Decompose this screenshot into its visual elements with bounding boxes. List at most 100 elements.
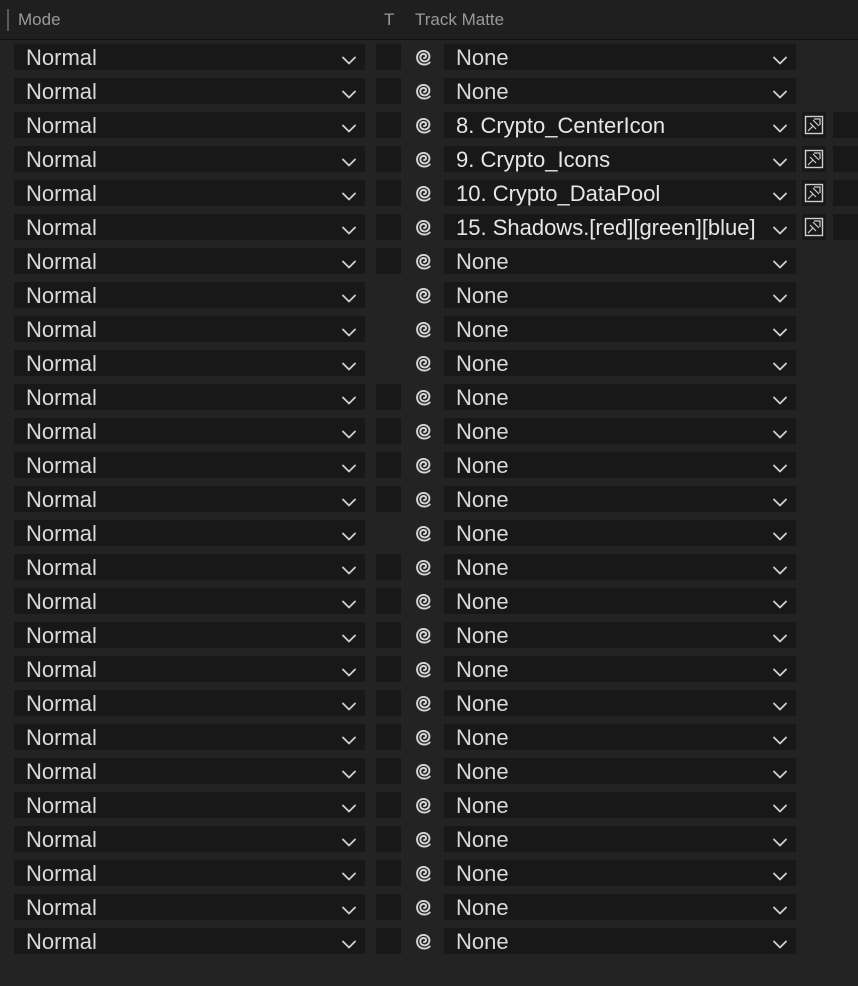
preserve-transparency-toggle[interactable] [376,622,401,648]
blend-mode-dropdown[interactable]: Normal [14,452,365,478]
matte-type-toggle[interactable] [833,214,858,240]
pickwhip-spiral-icon[interactable] [411,555,437,581]
blend-mode-dropdown[interactable]: Normal [14,146,365,172]
pickwhip-spiral-icon[interactable] [411,181,437,207]
pickwhip-spiral-icon[interactable] [411,487,437,513]
column-resize-handle[interactable] [7,9,9,31]
blend-mode-dropdown[interactable]: Normal [14,588,365,614]
pickwhip-spiral-icon[interactable] [411,691,437,717]
track-matte-dropdown[interactable]: None [444,622,796,648]
pickwhip-spiral-icon[interactable] [411,283,437,309]
blend-mode-dropdown[interactable]: Normal [14,418,365,444]
pickwhip-spiral-icon[interactable] [411,521,437,547]
track-matte-dropdown[interactable]: None [444,690,796,716]
preserve-transparency-toggle[interactable] [376,520,401,546]
preserve-transparency-toggle[interactable] [376,418,401,444]
blend-mode-dropdown[interactable]: Normal [14,622,365,648]
pickwhip-spiral-icon[interactable] [411,79,437,105]
blend-mode-dropdown[interactable]: Normal [14,180,365,206]
track-matte-dropdown[interactable]: None [444,248,796,274]
matte-invert-button[interactable] [802,180,826,206]
matte-type-toggle[interactable] [833,112,858,138]
pickwhip-spiral-icon[interactable] [411,623,437,649]
matte-invert-button[interactable] [802,146,826,172]
matte-invert-button[interactable] [802,214,826,240]
blend-mode-dropdown[interactable]: Normal [14,554,365,580]
track-matte-dropdown[interactable]: None [444,418,796,444]
track-matte-column-header[interactable]: Track Matte [415,10,504,30]
preserve-transparency-toggle[interactable] [376,656,401,682]
track-matte-dropdown[interactable]: None [444,520,796,546]
preserve-transparency-toggle[interactable] [376,690,401,716]
track-matte-dropdown[interactable]: None [444,792,796,818]
pickwhip-spiral-icon[interactable] [411,725,437,751]
blend-mode-dropdown[interactable]: Normal [14,520,365,546]
preserve-transparency-toggle[interactable] [376,384,401,410]
pickwhip-spiral-icon[interactable] [411,351,437,377]
matte-type-toggle[interactable] [833,146,858,172]
pickwhip-spiral-icon[interactable] [411,45,437,71]
preserve-transparency-toggle[interactable] [376,350,401,376]
blend-mode-dropdown[interactable]: Normal [14,894,365,920]
track-matte-dropdown[interactable]: None [444,78,796,104]
preserve-transparency-toggle[interactable] [376,928,401,954]
track-matte-dropdown[interactable]: 15. Shadows.[red][green][blue] [444,214,796,240]
blend-mode-dropdown[interactable]: Normal [14,214,365,240]
pickwhip-spiral-icon[interactable] [411,793,437,819]
blend-mode-dropdown[interactable]: Normal [14,656,365,682]
blend-mode-dropdown[interactable]: Normal [14,384,365,410]
pickwhip-spiral-icon[interactable] [411,385,437,411]
t-column-header[interactable]: T [384,10,394,30]
preserve-transparency-toggle[interactable] [376,894,401,920]
preserve-transparency-toggle[interactable] [376,554,401,580]
track-matte-dropdown[interactable]: None [444,724,796,750]
pickwhip-spiral-icon[interactable] [411,589,437,615]
preserve-transparency-toggle[interactable] [376,214,401,240]
track-matte-dropdown[interactable]: None [444,894,796,920]
track-matte-dropdown[interactable]: None [444,588,796,614]
matte-invert-button[interactable] [802,112,826,138]
blend-mode-dropdown[interactable]: Normal [14,724,365,750]
pickwhip-spiral-icon[interactable] [411,827,437,853]
blend-mode-dropdown[interactable]: Normal [14,78,365,104]
preserve-transparency-toggle[interactable] [376,146,401,172]
blend-mode-dropdown[interactable]: Normal [14,316,365,342]
preserve-transparency-toggle[interactable] [376,826,401,852]
preserve-transparency-toggle[interactable] [376,78,401,104]
pickwhip-spiral-icon[interactable] [411,113,437,139]
preserve-transparency-toggle[interactable] [376,282,401,308]
track-matte-dropdown[interactable]: None [444,316,796,342]
preserve-transparency-toggle[interactable] [376,860,401,886]
blend-mode-dropdown[interactable]: Normal [14,248,365,274]
blend-mode-dropdown[interactable]: Normal [14,758,365,784]
track-matte-dropdown[interactable]: None [444,486,796,512]
track-matte-dropdown[interactable]: None [444,350,796,376]
pickwhip-spiral-icon[interactable] [411,929,437,955]
blend-mode-dropdown[interactable]: Normal [14,826,365,852]
pickwhip-spiral-icon[interactable] [411,759,437,785]
preserve-transparency-toggle[interactable] [376,792,401,818]
preserve-transparency-toggle[interactable] [376,758,401,784]
preserve-transparency-toggle[interactable] [376,316,401,342]
blend-mode-dropdown[interactable]: Normal [14,486,365,512]
track-matte-dropdown[interactable]: None [444,44,796,70]
preserve-transparency-toggle[interactable] [376,724,401,750]
preserve-transparency-toggle[interactable] [376,588,401,614]
pickwhip-spiral-icon[interactable] [411,419,437,445]
matte-type-toggle[interactable] [833,180,858,206]
track-matte-dropdown[interactable]: 9. Crypto_Icons [444,146,796,172]
blend-mode-dropdown[interactable]: Normal [14,282,365,308]
blend-mode-dropdown[interactable]: Normal [14,928,365,954]
preserve-transparency-toggle[interactable] [376,248,401,274]
pickwhip-spiral-icon[interactable] [411,657,437,683]
track-matte-dropdown[interactable]: 8. Crypto_CenterIcon [444,112,796,138]
blend-mode-dropdown[interactable]: Normal [14,860,365,886]
track-matte-dropdown[interactable]: 10. Crypto_DataPool [444,180,796,206]
pickwhip-spiral-icon[interactable] [411,147,437,173]
track-matte-dropdown[interactable]: None [444,384,796,410]
pickwhip-spiral-icon[interactable] [411,895,437,921]
pickwhip-spiral-icon[interactable] [411,249,437,275]
preserve-transparency-toggle[interactable] [376,486,401,512]
track-matte-dropdown[interactable]: None [444,758,796,784]
pickwhip-spiral-icon[interactable] [411,317,437,343]
